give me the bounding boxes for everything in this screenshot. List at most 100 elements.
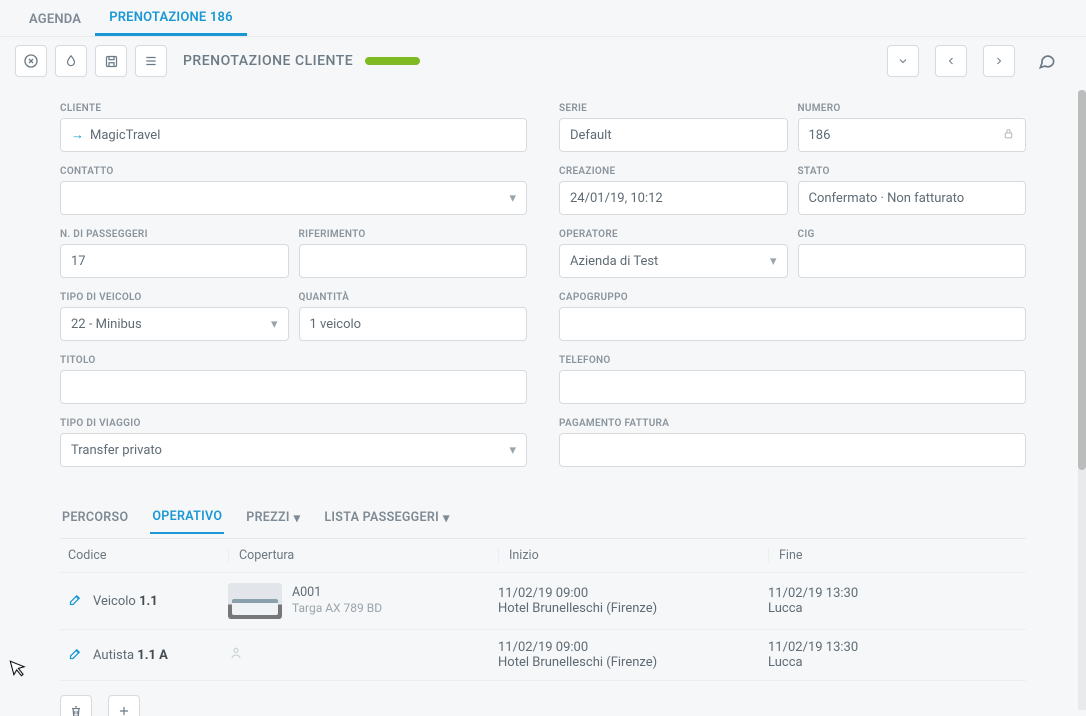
telefono-field[interactable]: [559, 370, 1026, 404]
operativo-table: Codice Copertura Inizio Fine Veicolo 1.1…: [60, 538, 1026, 681]
menu-icon[interactable]: [135, 45, 167, 77]
tipo-viaggio-field[interactable]: Transfer privato ▾: [60, 433, 527, 467]
top-tabs: AGENDA PRENOTAZIONE 186: [0, 0, 1086, 37]
footer-actions: [60, 695, 1026, 716]
th-copertura: Copertura: [228, 548, 498, 563]
contatto-field[interactable]: ▾: [60, 181, 527, 215]
creazione-field[interactable]: 24/01/19, 10:12: [559, 181, 788, 215]
prev-button[interactable]: [935, 45, 967, 77]
operatore-field[interactable]: Azienda di Test ▾: [559, 244, 788, 278]
riferimento-field[interactable]: [299, 244, 528, 278]
delete-button[interactable]: [60, 695, 92, 716]
contatto-label: CONTATTO: [60, 166, 527, 177]
copertura-sub: Targa AX 789 BD: [292, 601, 382, 617]
serie-field[interactable]: Default: [559, 118, 788, 152]
tipo-viaggio-value: Transfer privato: [71, 443, 162, 458]
vehicle-thumbnail: [228, 583, 282, 619]
th-codice: Codice: [68, 548, 228, 563]
titolo-label: TITOLO: [60, 355, 527, 366]
creazione-label: CREAZIONE: [559, 166, 788, 177]
serie-value: Default: [570, 128, 612, 143]
th-fine: Fine: [768, 548, 1018, 563]
tipo-veicolo-value: 22 - Minibus: [71, 317, 142, 332]
add-button[interactable]: [108, 695, 140, 716]
chevron-down-icon: ▾: [770, 254, 777, 269]
dropdown-button[interactable]: [887, 45, 919, 77]
pagamento-field[interactable]: [559, 433, 1026, 467]
tipo-veicolo-label: TIPO DI VEICOLO: [60, 292, 289, 303]
fine-place: Lucca: [768, 655, 1018, 670]
cig-label: CIG: [798, 229, 1027, 240]
next-button[interactable]: [983, 45, 1015, 77]
status-pill: [365, 57, 420, 65]
cig-field[interactable]: [798, 244, 1027, 278]
edit-icon[interactable]: [68, 646, 83, 665]
chevron-down-icon: ▾: [443, 510, 450, 526]
cliente-label: CLIENTE: [60, 103, 527, 114]
close-icon[interactable]: [15, 45, 47, 77]
subtab-lista-label: LISTA PASSEGGERI: [324, 510, 439, 525]
serie-label: SERIE: [559, 103, 788, 114]
subtab-prezzi-label: PREZZI: [246, 510, 290, 525]
chevron-down-icon: ▾: [271, 317, 278, 332]
pagamento-label: PAGAMENTO FATTURA: [559, 418, 1026, 429]
stato-label: STATO: [798, 166, 1027, 177]
inizio-time: 11/02/19 09:00: [498, 640, 768, 655]
riferimento-label: RIFERIMENTO: [299, 229, 528, 240]
th-inizio: Inizio: [498, 548, 768, 563]
chat-icon[interactable]: [1031, 45, 1063, 77]
tab-agenda[interactable]: AGENDA: [15, 2, 95, 35]
scrollbar-thumb[interactable]: [1078, 90, 1086, 470]
telefono-label: TELEFONO: [559, 355, 1026, 366]
titolo-field[interactable]: [60, 370, 527, 404]
content-area: CLIENTE → MagicTravel CONTATTO ▾: [0, 85, 1086, 716]
capogruppo-label: CAPOGRUPPO: [559, 292, 1026, 303]
tab-prenotazione[interactable]: PRENOTAZIONE 186: [95, 0, 247, 36]
tipo-viaggio-label: TIPO DI VIAGGIO: [60, 418, 527, 429]
inizio-time: 11/02/19 09:00: [498, 586, 768, 601]
copertura-main: A001: [292, 585, 382, 601]
scrollbar[interactable]: [1078, 90, 1086, 710]
edit-icon[interactable]: [68, 592, 83, 611]
operatore-label: OPERATORE: [559, 229, 788, 240]
cliente-value: MagicTravel: [90, 128, 160, 143]
subtab-prezzi[interactable]: PREZZI ▾: [244, 504, 302, 534]
passeggeri-field[interactable]: 17: [60, 244, 289, 278]
codice-text: Veicolo 1.1: [93, 594, 158, 609]
numero-label: NUMERO: [798, 103, 1027, 114]
chevron-down-icon: ▾: [509, 191, 516, 206]
stato-field[interactable]: Confermato · Non fatturato: [798, 181, 1027, 215]
lock-icon: [1002, 127, 1015, 144]
inizio-place: Hotel Brunelleschi (Firenze): [498, 655, 768, 670]
person-icon: [228, 645, 244, 665]
subtab-lista-passeggeri[interactable]: LISTA PASSEGGERI ▾: [322, 504, 451, 534]
tipo-veicolo-field[interactable]: 22 - Minibus ▾: [60, 307, 289, 341]
numero-field[interactable]: 186: [798, 118, 1027, 152]
table-row: Autista 1.1 A 11/02/19 09:00 Hotel Brune…: [60, 630, 1026, 681]
arrow-right-icon: →: [71, 127, 84, 143]
fine-time: 11/02/19 13:30: [768, 586, 1018, 601]
chevron-down-icon: ▾: [294, 510, 301, 526]
codice-text: Autista 1.1 A: [93, 648, 168, 663]
operatore-value: Azienda di Test: [570, 254, 658, 269]
toolbar: PRENOTAZIONE CLIENTE: [0, 37, 1086, 85]
page-title: PRENOTAZIONE CLIENTE: [183, 53, 353, 69]
fine-place: Lucca: [768, 601, 1018, 616]
capogruppo-field[interactable]: [559, 307, 1026, 341]
stato-value: Confermato · Non fatturato: [809, 191, 965, 206]
numero-value: 186: [809, 128, 831, 143]
table-header: Codice Copertura Inizio Fine: [60, 539, 1026, 573]
cliente-field[interactable]: → MagicTravel: [60, 118, 527, 152]
fine-time: 11/02/19 13:30: [768, 640, 1018, 655]
subtab-operativo[interactable]: OPERATIVO: [150, 503, 224, 534]
drop-icon[interactable]: [55, 45, 87, 77]
subtabs: PERCORSO OPERATIVO PREZZI ▾ LISTA PASSEG…: [60, 503, 1026, 534]
quantita-field[interactable]: 1 veicolo: [299, 307, 528, 341]
inizio-place: Hotel Brunelleschi (Firenze): [498, 601, 768, 616]
quantita-value: 1 veicolo: [310, 317, 362, 332]
passeggeri-label: N. DI PASSEGGERI: [60, 229, 289, 240]
subtab-percorso[interactable]: PERCORSO: [60, 504, 130, 533]
quantita-label: QUANTITÀ: [299, 292, 528, 303]
chevron-down-icon: ▾: [509, 443, 516, 458]
save-icon[interactable]: [95, 45, 127, 77]
